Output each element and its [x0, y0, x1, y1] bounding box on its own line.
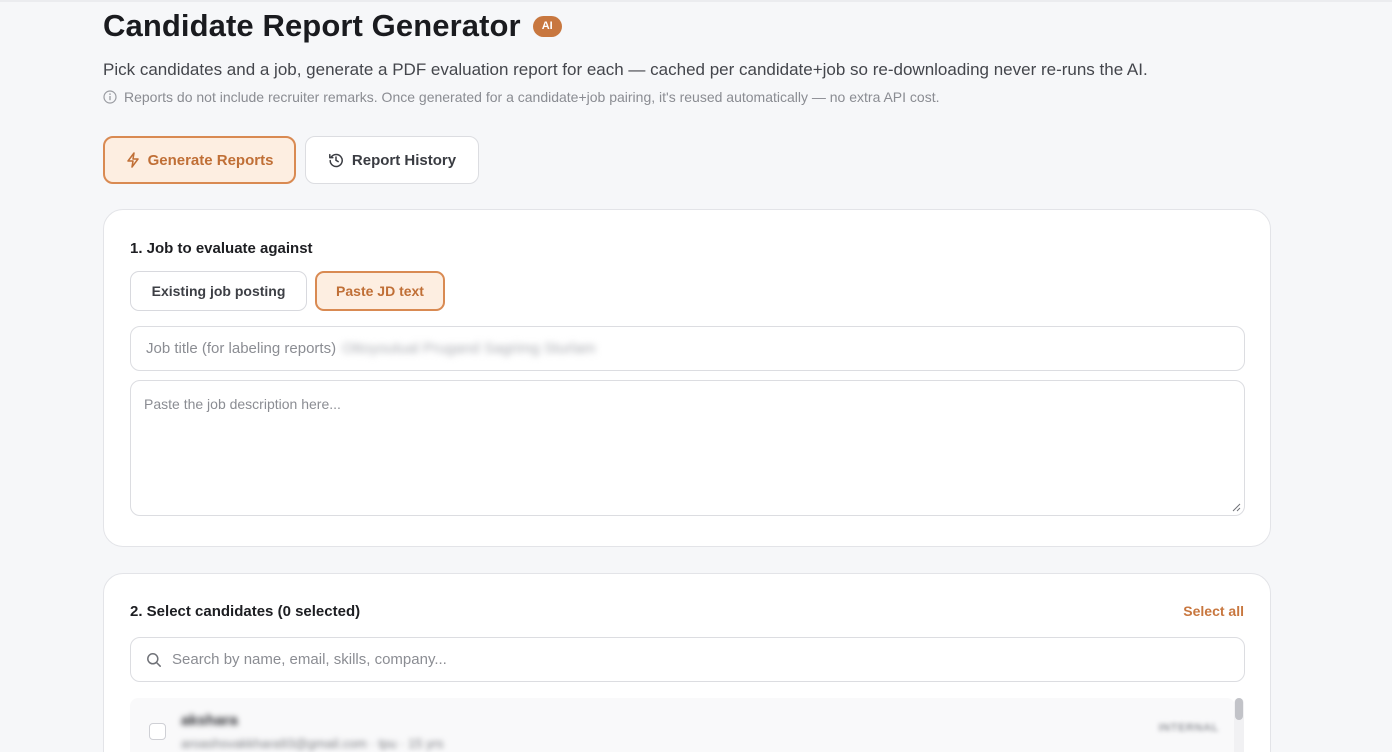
- job-title-placeholder: Job title (for labeling reports): [146, 340, 337, 357]
- candidate-search-input[interactable]: Search by name, email, skills, company..…: [130, 637, 1245, 682]
- job-title-value: Ottoyoutual Prugand Sagrimg Sturlam: [342, 340, 596, 357]
- generate-reports-tab[interactable]: Generate Reports: [103, 136, 296, 184]
- job-section-card: 1. Job to evaluate against Existing job …: [103, 209, 1271, 547]
- lightning-icon: [126, 152, 139, 168]
- job-description-textarea[interactable]: Paste the job description here...: [130, 380, 1245, 516]
- report-history-label: Report History: [351, 151, 457, 169]
- top-border: [0, 0, 1392, 2]
- info-note: Reports do not include recruiter remarks…: [103, 89, 940, 105]
- page-subtitle: Pick candidates and a job, generate a PD…: [103, 60, 1148, 79]
- candidate-name: akshara: [181, 712, 238, 729]
- info-note-text: Reports do not include recruiter remarks…: [124, 89, 940, 105]
- candidate-checkbox[interactable]: [149, 723, 166, 740]
- ai-badge: AI: [532, 15, 562, 37]
- job-section-title: 1. Job to evaluate against: [130, 240, 313, 257]
- resize-handle-icon[interactable]: [1232, 503, 1241, 512]
- candidates-section-card: 2. Select candidates (0 selected) Select…: [103, 573, 1271, 752]
- select-all-link[interactable]: Select all: [1183, 603, 1244, 619]
- candidate-list-scrollbar[interactable]: [1234, 698, 1244, 752]
- history-icon: [328, 153, 343, 168]
- header: Candidate Report Generator AI: [103, 8, 562, 44]
- existing-job-posting-button[interactable]: Existing job posting: [130, 271, 307, 311]
- job-description-placeholder: Paste the job description here...: [144, 396, 341, 412]
- info-icon: [103, 90, 117, 104]
- generate-reports-label: Generate Reports: [147, 151, 274, 169]
- search-placeholder: Search by name, email, skills, company..…: [172, 651, 447, 668]
- candidates-section-title: 2. Select candidates (0 selected): [130, 603, 361, 620]
- job-title-input[interactable]: Job title (for labeling reports) Ottoyou…: [130, 326, 1245, 371]
- candidate-source-tag: INTERNAL: [1158, 722, 1219, 734]
- candidate-meta: aroashsvakkhara93@gmail.com · tpu · 15 y…: [181, 736, 444, 751]
- candidate-list-item[interactable]: akshara aroashsvakkhara93@gmail.com · tp…: [130, 698, 1235, 752]
- report-history-tab[interactable]: Report History: [305, 136, 479, 184]
- search-icon: [147, 652, 161, 667]
- page-title: Candidate Report Generator: [103, 8, 521, 43]
- paste-jd-text-button[interactable]: Paste JD text: [315, 271, 445, 311]
- scrollbar-thumb[interactable]: [1235, 698, 1243, 720]
